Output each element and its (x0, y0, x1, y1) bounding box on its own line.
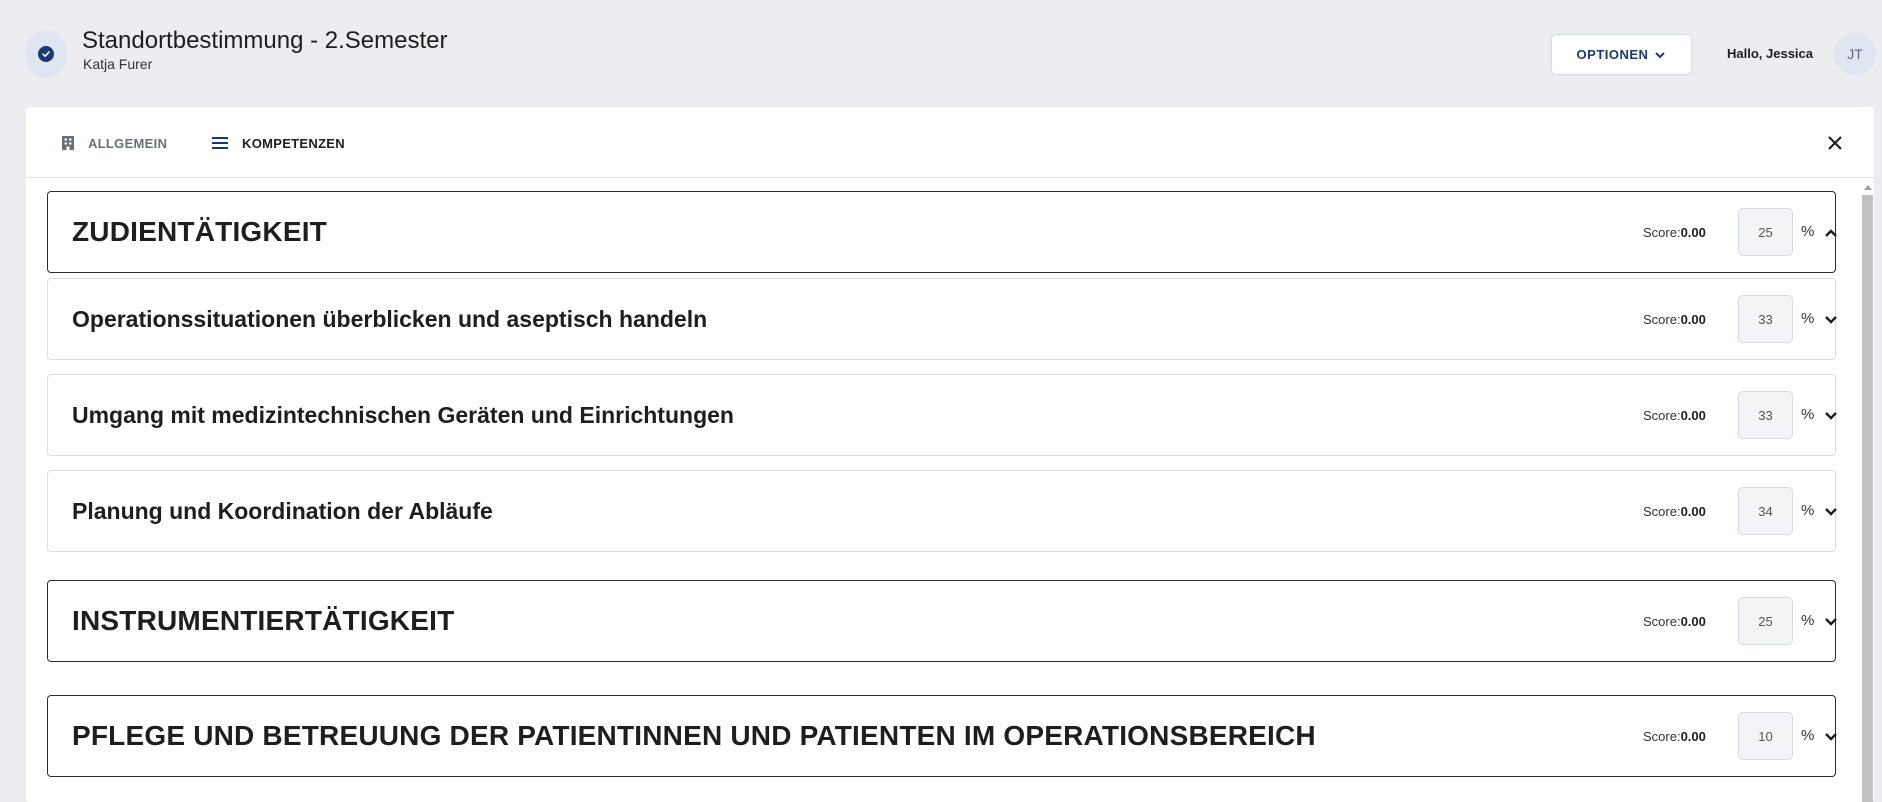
check-circle-icon (25, 30, 67, 78)
score-text: Score:0.00 (1643, 728, 1706, 744)
page-subtitle: Katja Furer (83, 56, 153, 72)
chevron-down-icon[interactable] (1823, 614, 1839, 630)
section-title: INSTRUMENTIERTÄTIGKEIT (72, 605, 455, 636)
chevron-down-icon[interactable] (1823, 729, 1839, 745)
percent-sign: % (1801, 406, 1815, 423)
tab-bar: ALLGEMEIN KOMPETENZEN (26, 107, 1874, 178)
avatar[interactable]: JT (1834, 33, 1876, 75)
chevron-down-icon (1655, 51, 1666, 58)
section-pflege-betreuung[interactable]: PFLEGE UND BETREUUNG DER PATIENTINNEN UN… (47, 695, 1839, 777)
main-card: ALLGEMEIN KOMPETENZEN ZUDIENTÄTIGKEIT Sc… (26, 107, 1874, 802)
close-icon (1828, 136, 1842, 150)
chevron-down-icon[interactable] (1823, 408, 1839, 424)
score-text: Score:0.00 (1643, 311, 1706, 327)
score-text: Score:0.00 (1643, 224, 1706, 240)
chevron-down-icon[interactable] (1823, 504, 1839, 520)
score-text: Score:0.00 (1643, 407, 1706, 423)
section-medizintechnik[interactable]: Umgang mit medizintechnischen Geräten un… (47, 374, 1839, 456)
scrollbar-thumb[interactable] (1862, 195, 1873, 802)
weight-input[interactable] (1738, 295, 1793, 343)
weight-input[interactable] (1738, 391, 1793, 439)
section-title: Planung und Koordination der Abläufe (72, 497, 493, 524)
percent-sign: % (1801, 310, 1815, 327)
weight-input[interactable] (1738, 712, 1793, 760)
weight-input[interactable] (1738, 597, 1793, 645)
section-planung[interactable]: Planung und Koordination der Abläufe Sco… (47, 470, 1839, 552)
options-button[interactable]: OPTIONEN (1551, 34, 1692, 75)
close-button[interactable] (1823, 131, 1847, 155)
chevron-up-icon[interactable] (1823, 225, 1839, 241)
percent-sign: % (1801, 727, 1815, 744)
scroll-up-arrow[interactable] (1864, 185, 1872, 190)
score-text: Score:0.00 (1643, 503, 1706, 519)
section-instrumentiertaetigkeit[interactable]: INSTRUMENTIERTÄTIGKEIT Score:0.00 % (47, 580, 1839, 662)
options-label: OPTIONEN (1576, 47, 1649, 62)
tab-allgemein-label: ALLGEMEIN (88, 135, 168, 151)
app-header: Standortbestimmung - 2.Semester Katja Fu… (0, 0, 1882, 107)
percent-sign: % (1801, 612, 1815, 629)
section-title: PFLEGE UND BETREUUNG DER PATIENTINNEN UN… (72, 720, 1316, 751)
weight-input[interactable] (1738, 208, 1793, 256)
scrollbar[interactable] (1861, 181, 1874, 802)
section-title: ZUDIENTÄTIGKEIT (72, 216, 327, 247)
tab-kompetenzen[interactable]: KOMPETENZEN (212, 131, 345, 155)
user-greeting: Hallo, Jessica (1727, 46, 1813, 61)
building-icon (62, 136, 74, 150)
tab-kompetenzen-label: KOMPETENZEN (242, 135, 345, 151)
section-title: Operationssituationen überblicken und as… (72, 305, 708, 332)
percent-sign: % (1801, 502, 1815, 519)
tab-allgemein[interactable]: ALLGEMEIN (62, 131, 167, 155)
score-text: Score:0.00 (1643, 613, 1706, 629)
percent-sign: % (1801, 223, 1815, 240)
section-title: Umgang mit medizintechnischen Geräten un… (72, 401, 734, 428)
page-title: Standortbestimmung - 2.Semester (82, 27, 448, 54)
section-zudientaetigkeit[interactable]: ZUDIENTÄTIGKEIT Score:0.00 % (47, 191, 1839, 273)
weight-input[interactable] (1738, 487, 1793, 535)
competency-list: ZUDIENTÄTIGKEIT Score:0.00 % Operationss… (26, 179, 1874, 802)
list-icon (212, 137, 228, 149)
chevron-down-icon[interactable] (1823, 312, 1839, 328)
section-operationssituationen[interactable]: Operationssituationen überblicken und as… (47, 278, 1839, 360)
